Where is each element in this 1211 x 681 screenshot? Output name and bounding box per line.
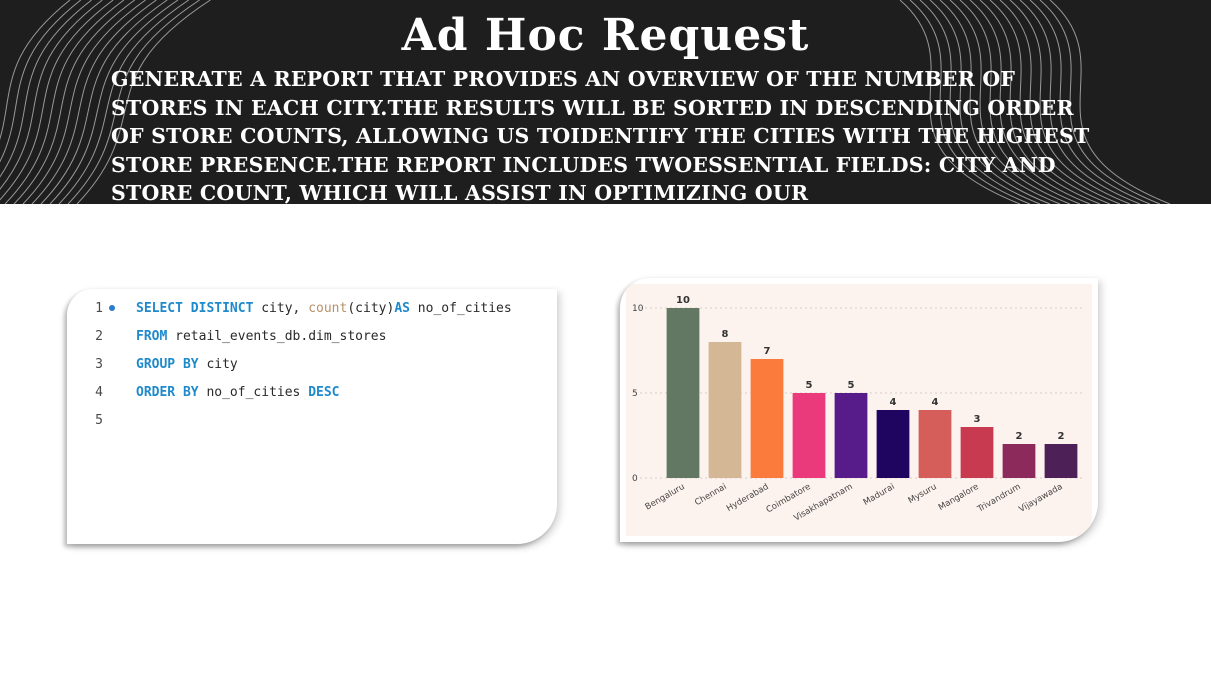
sql-identifier: city <box>198 357 238 372</box>
bar <box>960 427 994 478</box>
sql-keyword: ORDER BY <box>136 385 199 400</box>
report-description: Generate a report that provides an overv… <box>111 67 1090 204</box>
bar <box>750 359 784 478</box>
sql-identifier: (city) <box>347 301 395 316</box>
breakpoint-dot-icon[interactable] <box>109 305 115 311</box>
sql-keyword: AS <box>394 301 410 316</box>
header-banner: Ad Hoc Request Generate a report that pr… <box>0 0 1211 204</box>
sql-identifier: no_of_cities <box>409 301 512 316</box>
y-tick-label: 10 <box>632 304 644 314</box>
bar <box>1002 444 1036 478</box>
data-label: 10 <box>676 295 690 306</box>
bar <box>792 393 826 478</box>
page-title: Ad Hoc Request <box>401 10 810 61</box>
line-number: 5 <box>95 413 103 428</box>
y-tick-label: 0 <box>632 474 638 484</box>
line-number: 1 <box>95 301 103 316</box>
sql-code-panel: 1 SELECT DISTINCT city, count(city)AS no_… <box>67 289 557 544</box>
code-text: GROUP BY city <box>136 351 238 379</box>
bar <box>708 342 742 478</box>
sql-keyword: FROM <box>136 329 168 344</box>
bar <box>834 393 868 478</box>
code-text: FROM retail_events_db.dim_stores <box>136 323 386 351</box>
sql-function: count <box>308 301 348 316</box>
store-count-chart: 0 5 10 10 Bengaluru 8 Chennai 7 Hyderabad 5 Coimba… <box>620 278 1098 542</box>
data-label: 4 <box>890 397 897 408</box>
sql-identifier: no_of_cities <box>198 385 309 400</box>
y-tick-label: 5 <box>632 389 638 399</box>
bar <box>666 308 700 478</box>
data-label: 5 <box>806 380 813 391</box>
sql-keyword: GROUP BY <box>136 357 199 372</box>
bar-chart: 051010Bengaluru8Chennai7Hyderabad5Coimba… <box>626 284 1092 536</box>
sql-identifier: city, <box>253 301 309 316</box>
data-label: 3 <box>974 414 981 425</box>
data-label: 4 <box>932 397 939 408</box>
code-text: ORDER BY no_of_cities DESC <box>136 379 340 407</box>
data-label: 2 <box>1058 431 1065 442</box>
data-label: 5 <box>848 380 855 391</box>
sql-keyword: DESC <box>308 385 340 400</box>
bar <box>876 410 910 478</box>
data-label: 7 <box>764 346 771 357</box>
bar <box>1044 444 1078 478</box>
line-number: 4 <box>95 385 103 400</box>
bar <box>918 410 952 478</box>
code-text: SELECT DISTINCT city, count(city)AS no_o… <box>136 295 512 323</box>
data-label: 8 <box>722 329 729 340</box>
sql-keyword: SELECT DISTINCT <box>136 301 254 316</box>
sql-identifier: retail_events_db.dim_stores <box>167 329 387 344</box>
line-number: 3 <box>95 357 103 372</box>
data-label: 2 <box>1016 431 1023 442</box>
line-number: 2 <box>95 329 103 344</box>
